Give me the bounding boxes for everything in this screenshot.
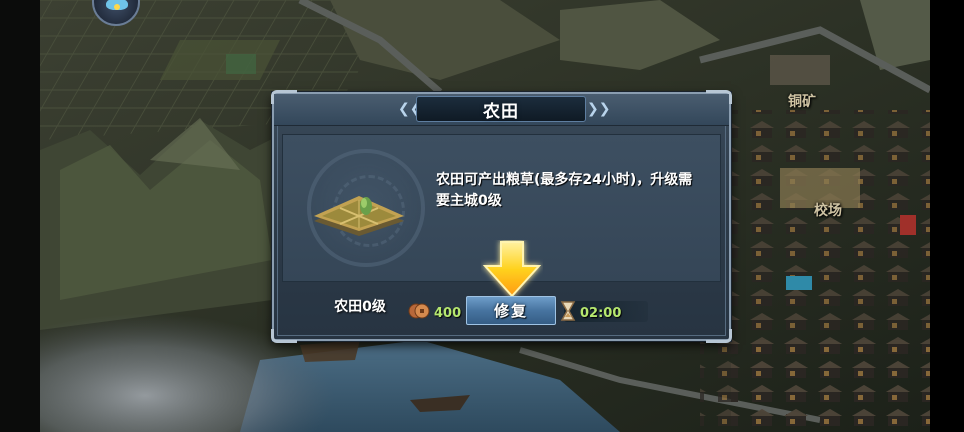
title-plate: 农田 bbox=[416, 96, 586, 122]
dialog-title-bar: ❮❮ 农田 ❯❯ bbox=[274, 94, 729, 126]
cost-row: 400 修复 02:00 bbox=[274, 290, 729, 330]
farm-building-icon bbox=[314, 196, 404, 236]
repair-button[interactable]: 修复 bbox=[466, 296, 556, 325]
building-description: 农田可产出粮草(最多存24小时)，升级需要主城0级 bbox=[436, 172, 693, 209]
cost-value: 400 bbox=[434, 306, 462, 321]
map-label-copper-mine[interactable]: 铜矿 bbox=[788, 91, 816, 111]
hourglass-icon bbox=[560, 301, 576, 321]
dialog-title: 农田 bbox=[483, 101, 519, 122]
title-ornament-right-icon: ❯❯ bbox=[587, 101, 611, 117]
building-info-dialog: ❮❮ 农田 ❯❯ 农田0级 农田可产出粮草(最多存24小时)，升级需要主城0级 bbox=[271, 90, 732, 343]
map-label-training-ground[interactable]: 校场 bbox=[814, 200, 842, 220]
copper-coin-icon bbox=[408, 303, 430, 319]
time-value: 02:00 bbox=[580, 306, 622, 321]
